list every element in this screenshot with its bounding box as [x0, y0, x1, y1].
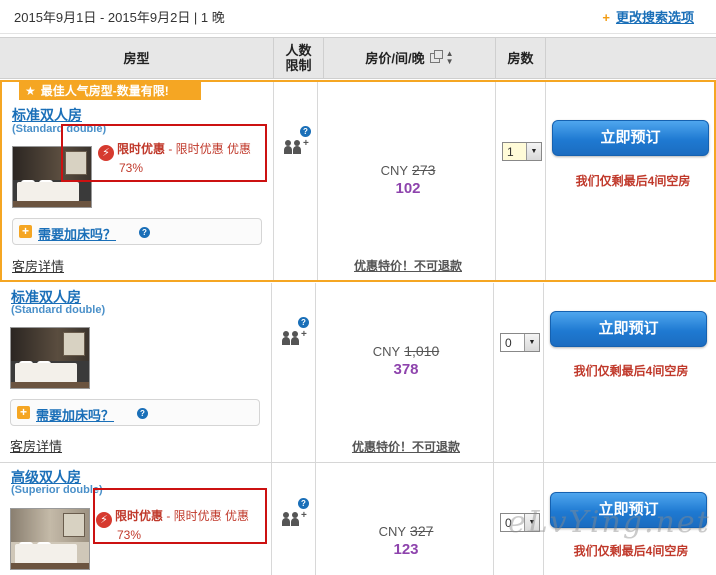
ribbon-label: 最佳人气房型-数量有限!: [40, 84, 169, 98]
change-search-label: 更改搜索选项: [615, 10, 694, 25]
person-icon: [293, 140, 301, 154]
rooms-remaining: 我们仅剩最后4间空房: [573, 544, 689, 558]
occupancy-indicator: ? +: [284, 126, 311, 156]
room-quantity-select[interactable]: 1 ▼: [502, 142, 542, 161]
rooms-remaining: 我们仅剩最后4间空房: [573, 364, 689, 378]
help-icon[interactable]: ?: [139, 227, 150, 238]
room-name-link[interactable]: 标准双人房: [12, 105, 82, 125]
quantity-value: 0: [505, 516, 512, 530]
extra-person-icon: +: [301, 329, 307, 340]
special-offer-link[interactable]: 优惠特价！不可退款: [316, 438, 496, 455]
chevron-down-icon[interactable]: ▼: [526, 143, 541, 160]
price-block: CNY 1,010 378: [316, 343, 496, 378]
currency: CNY: [380, 163, 409, 178]
room-table-header: 房型 人数 限制 房价/间/晚 ▲ ▼ 房数: [0, 37, 716, 79]
stay-dates: 2015年9月1日 - 2015年9月2日 | 1 晚: [14, 10, 225, 25]
original-price: 1,010: [404, 343, 440, 359]
quantity-value: 1: [507, 145, 514, 159]
room-row-3: 高级双人房 (Superior double) ⚡ 限时优惠 - 限时优惠 优惠 …: [0, 463, 716, 575]
add-bed-link[interactable]: 需要加床吗？: [36, 405, 114, 424]
header-room-type-label: 房型: [123, 50, 150, 66]
room-quantity-select[interactable]: 0 ▼: [500, 513, 540, 532]
sort-icon[interactable]: ▲ ▼: [446, 50, 454, 66]
occupancy-cell: [272, 283, 316, 462]
currency: CNY: [378, 524, 407, 539]
header-rooms: 房数: [496, 38, 546, 78]
header-price-label: 房价/间/晚: [365, 50, 425, 66]
change-search-link[interactable]: + 更改搜索选项: [602, 7, 694, 26]
plus-icon: +: [602, 10, 610, 25]
star-icon: ★: [25, 84, 36, 98]
discounted-price: 123: [393, 541, 419, 558]
rooms-remaining: 我们仅剩最后4间空房: [575, 174, 691, 188]
room-english-name: (Superior double): [11, 484, 103, 496]
special-offer-link[interactable]: 优惠特价！不可退款: [318, 257, 498, 274]
original-price: 273: [412, 162, 436, 178]
occupancy-help-icon[interactable]: ?: [298, 317, 309, 328]
person-icon: [282, 331, 290, 345]
promo-title: 限时优惠: [115, 509, 164, 523]
person-icon: [282, 512, 290, 526]
room-details-link[interactable]: 客房详情: [12, 256, 64, 275]
promo-deal: ⚡ 限时优惠 - 限时优惠 优惠 73%: [96, 509, 249, 543]
add-bed-box: + 需要加床吗？ ?: [10, 399, 260, 426]
room-details-link[interactable]: 客房详情: [10, 436, 62, 455]
qty-cell: [496, 82, 546, 280]
promo-percent: 73%: [119, 161, 144, 175]
add-bed-box: + 需要加床吗？ ?: [12, 218, 262, 245]
header-action: [546, 38, 716, 78]
currency: CNY: [372, 344, 401, 359]
chevron-down-icon[interactable]: ▼: [524, 334, 539, 351]
add-bed-plus-icon: +: [17, 406, 30, 419]
add-bed-link[interactable]: 需要加床吗？: [38, 224, 116, 243]
book-now-button[interactable]: 立即预订: [550, 492, 707, 528]
occupancy-help-icon[interactable]: ?: [300, 126, 311, 137]
discounted-price: 378: [393, 361, 419, 378]
room-quantity-select[interactable]: 0 ▼: [500, 333, 540, 352]
header-rooms-label: 房数: [507, 50, 534, 66]
promo-title: 限时优惠: [117, 142, 166, 156]
qty-cell: [494, 283, 544, 462]
book-now-button[interactable]: 立即预订: [552, 120, 709, 156]
lightning-icon: ⚡: [96, 512, 112, 528]
promo-percent: 73%: [117, 528, 142, 542]
person-icon: [284, 140, 292, 154]
person-icon: [291, 512, 299, 526]
add-bed-plus-icon: +: [19, 225, 32, 238]
help-icon[interactable]: ?: [137, 408, 148, 419]
extra-person-icon: +: [303, 138, 309, 149]
occupancy-indicator: ? +: [282, 498, 309, 528]
featured-ribbon: ★ 最佳人气房型-数量有限!: [19, 82, 201, 100]
header-price[interactable]: 房价/间/晚 ▲ ▼: [324, 38, 496, 78]
price-block: CNY 327 123: [316, 523, 496, 558]
book-now-button[interactable]: 立即预订: [550, 311, 707, 347]
extra-person-icon: +: [301, 510, 307, 521]
occupancy-cell: [274, 82, 318, 280]
room-row-1: ★ 最佳人气房型-数量有限! 标准双人房 (Standard double) ⚡ 限…: [0, 80, 716, 282]
promo-deal: ⚡ 限时优惠 - 限时优惠 优惠 73%: [98, 142, 251, 176]
search-summary-bar: 2015年9月1日 - 2015年9月2日 | 1 晚 + 更改搜索选项: [0, 0, 716, 34]
header-occupancy-label: 人数 限制: [285, 43, 312, 73]
chevron-down-icon[interactable]: ▼: [524, 514, 539, 531]
header-occupancy: 人数 限制: [274, 38, 324, 78]
occupancy-help-icon[interactable]: ?: [298, 498, 309, 509]
room-thumbnail[interactable]: [10, 508, 90, 570]
room-row-2: 标准双人房 (Standard double) + 需要加床吗？ ? 客房详情 …: [0, 283, 716, 463]
original-price: 327: [410, 523, 434, 539]
occupancy-indicator: ? +: [282, 317, 309, 347]
promo-text: - 限时优惠 优惠: [165, 142, 252, 156]
room-english-name: (Standard double): [11, 304, 106, 316]
popout-icon[interactable]: [429, 50, 443, 63]
header-room-type: 房型: [0, 38, 274, 78]
lightning-icon: ⚡: [98, 145, 114, 161]
person-icon: [291, 331, 299, 345]
discounted-price: 102: [395, 180, 421, 197]
room-thumbnail[interactable]: [10, 327, 90, 389]
promo-text: - 限时优惠 优惠: [163, 509, 250, 523]
price-cell: [316, 463, 494, 575]
price-block: CNY 273 102: [318, 162, 498, 197]
quantity-value: 0: [505, 336, 512, 350]
